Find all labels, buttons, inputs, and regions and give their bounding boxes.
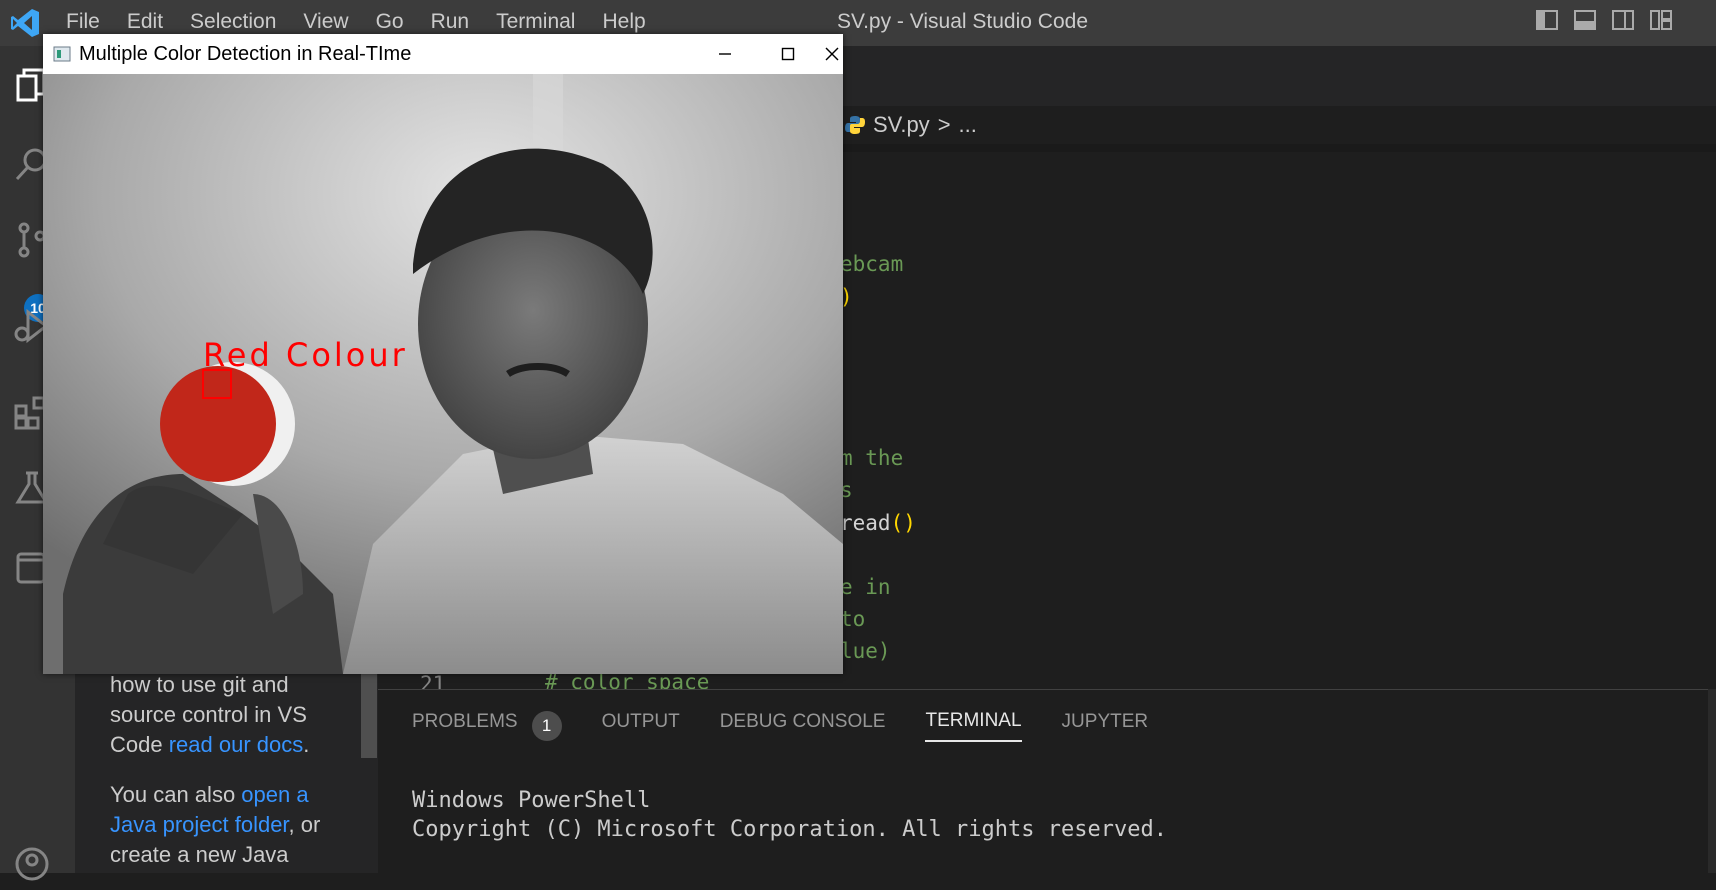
menu-help[interactable]: Help xyxy=(602,10,645,34)
minimize-icon xyxy=(719,53,731,55)
webcam-image: Red Colour xyxy=(43,74,843,674)
account-icon[interactable] xyxy=(14,846,50,882)
python-file-icon xyxy=(845,116,865,134)
code-token: () xyxy=(890,511,916,535)
customize-layout-icon[interactable] xyxy=(1649,8,1673,32)
sidebar-git-end: . xyxy=(303,732,310,757)
close-icon xyxy=(825,47,839,61)
menu-go[interactable]: Go xyxy=(376,10,404,34)
code-token: to xyxy=(840,607,866,631)
tab-terminal[interactable]: TERMINAL xyxy=(925,710,1022,742)
panel-scrollbar[interactable] xyxy=(1708,689,1716,873)
code-line: to xyxy=(840,607,865,631)
tab-problems[interactable]: PROBLEMS xyxy=(412,711,518,741)
breadcrumb: SV.py > ... xyxy=(845,112,977,138)
tab-jupyter[interactable]: JUPYTER xyxy=(1062,711,1149,741)
window-app-icon xyxy=(53,46,71,62)
terminal-output[interactable]: Windows PowerShell Copyright (C) Microso… xyxy=(412,786,1167,844)
code-line: m the xyxy=(840,446,903,470)
close-button[interactable] xyxy=(812,38,852,70)
panel-tabs: PROBLEMS 1 OUTPUT DEBUG CONSOLE TERMINAL… xyxy=(412,710,1188,742)
maximize-button[interactable] xyxy=(758,38,818,70)
detection-label: Red Colour xyxy=(203,336,408,374)
sidebar-welcome-text: how to use git and source control in VS … xyxy=(110,670,330,890)
minimize-button[interactable] xyxy=(695,38,755,70)
code-line: ebcam xyxy=(840,252,903,276)
sidebar-scrollbar[interactable] xyxy=(361,668,377,758)
terminal-line: Windows PowerShell xyxy=(412,788,651,813)
sidebar-paragraph-git: how to use git and source control in VS … xyxy=(110,670,330,760)
opencv-title-bar[interactable]: Multiple Color Detection in Real-TIme xyxy=(43,34,843,74)
webcam-frame: Red Colour xyxy=(43,74,843,674)
code-token: lue) xyxy=(840,639,891,663)
breadcrumb-file[interactable]: SV.py xyxy=(873,112,930,138)
code-token: m the xyxy=(840,446,904,470)
breadcrumb-more[interactable]: ... xyxy=(959,112,977,138)
tab-output[interactable]: OUTPUT xyxy=(602,711,680,741)
sidebar-java-text: You can also xyxy=(110,782,242,807)
maximize-icon xyxy=(781,47,795,61)
sidebar-paragraph-java: You can also open a Java project folder,… xyxy=(110,780,330,870)
menu-selection[interactable]: Selection xyxy=(190,10,276,34)
code-line: read() xyxy=(840,511,916,535)
terminal-line: Copyright (C) Microsoft Corporation. All… xyxy=(412,817,1167,842)
layout-controls xyxy=(1535,8,1673,32)
opencv-window-title: Multiple Color Detection in Real-TIme xyxy=(79,43,412,65)
code-line: lue) xyxy=(840,639,891,663)
window-title: SV.py - Visual Studio Code xyxy=(837,10,1088,33)
menu-edit[interactable]: Edit xyxy=(127,10,163,34)
menu-view[interactable]: View xyxy=(303,10,348,34)
code-line: e in xyxy=(840,575,891,599)
code-token: read xyxy=(840,511,891,535)
vscode-logo-icon xyxy=(11,9,39,37)
menu-file[interactable]: File xyxy=(66,10,100,34)
problems-count-badge: 1 xyxy=(531,711,562,741)
code-token: e in xyxy=(840,575,891,599)
tab-debug-console[interactable]: DEBUG CONSOLE xyxy=(720,711,886,741)
opencv-window: Multiple Color Detection in Real-TIme Re… xyxy=(43,34,843,674)
breadcrumb-separator: > xyxy=(937,112,951,137)
menu-run[interactable]: Run xyxy=(431,10,470,34)
toggle-panel-icon[interactable] xyxy=(1573,8,1597,32)
menu-terminal[interactable]: Terminal xyxy=(496,10,575,34)
read-docs-link[interactable]: read our docs xyxy=(169,732,304,757)
toggle-primary-sidebar-icon[interactable] xyxy=(1535,8,1559,32)
code-token: ebcam xyxy=(840,252,904,276)
menu-bar: File Edit Selection View Go Run Terminal… xyxy=(66,10,673,34)
toggle-secondary-sidebar-icon[interactable] xyxy=(1611,8,1635,32)
